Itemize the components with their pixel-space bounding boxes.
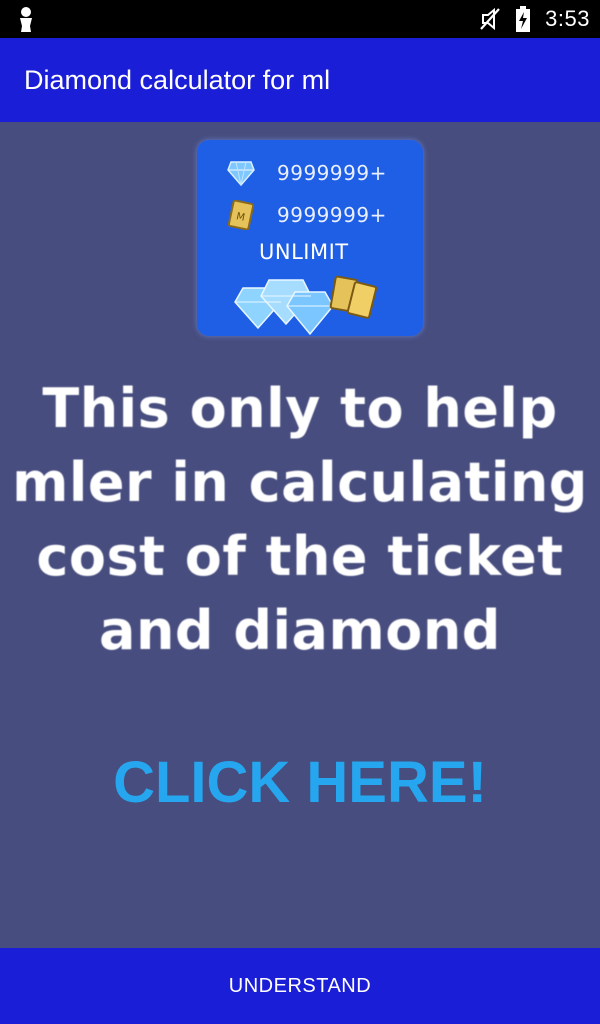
click-here-link[interactable]: CLICK HERE!	[0, 748, 600, 818]
promo-banner: 9999999+ M 9999999+ UNLIMIT	[197, 140, 423, 336]
ticket-icon: M	[227, 200, 255, 230]
banner-row-tickets: M 9999999+	[227, 200, 387, 230]
message-line-4: and diamond	[99, 599, 501, 662]
app-title: Diamond calculator for ml	[24, 64, 331, 95]
message-line-3: cost of the ticket	[36, 525, 564, 588]
diamond-icon	[227, 161, 255, 186]
understand-button[interactable]: UNDERSTAND	[0, 948, 600, 1024]
message-line-1: This only to help	[42, 377, 558, 440]
understand-button-label: UNDERSTAND	[228, 974, 372, 997]
status-bar: 3:53	[0, 0, 600, 38]
banner-row-diamonds: 9999999+	[227, 160, 387, 186]
battery-charging-icon	[516, 6, 531, 32]
app-bar: Diamond calculator for ml	[0, 38, 600, 122]
ticket-amount: 9999999+	[277, 203, 387, 227]
diamond-amount: 9999999+	[277, 161, 387, 185]
message-line-2: mler in calculating	[12, 451, 588, 514]
diamond-pile-icon	[234, 275, 378, 336]
status-icons: 3:53	[479, 0, 590, 38]
mute-icon	[480, 7, 500, 31]
status-time: 3:53	[545, 6, 590, 31]
notification-figure-icon	[20, 7, 32, 32]
info-message: This only to help mler in calculating co…	[0, 372, 600, 668]
